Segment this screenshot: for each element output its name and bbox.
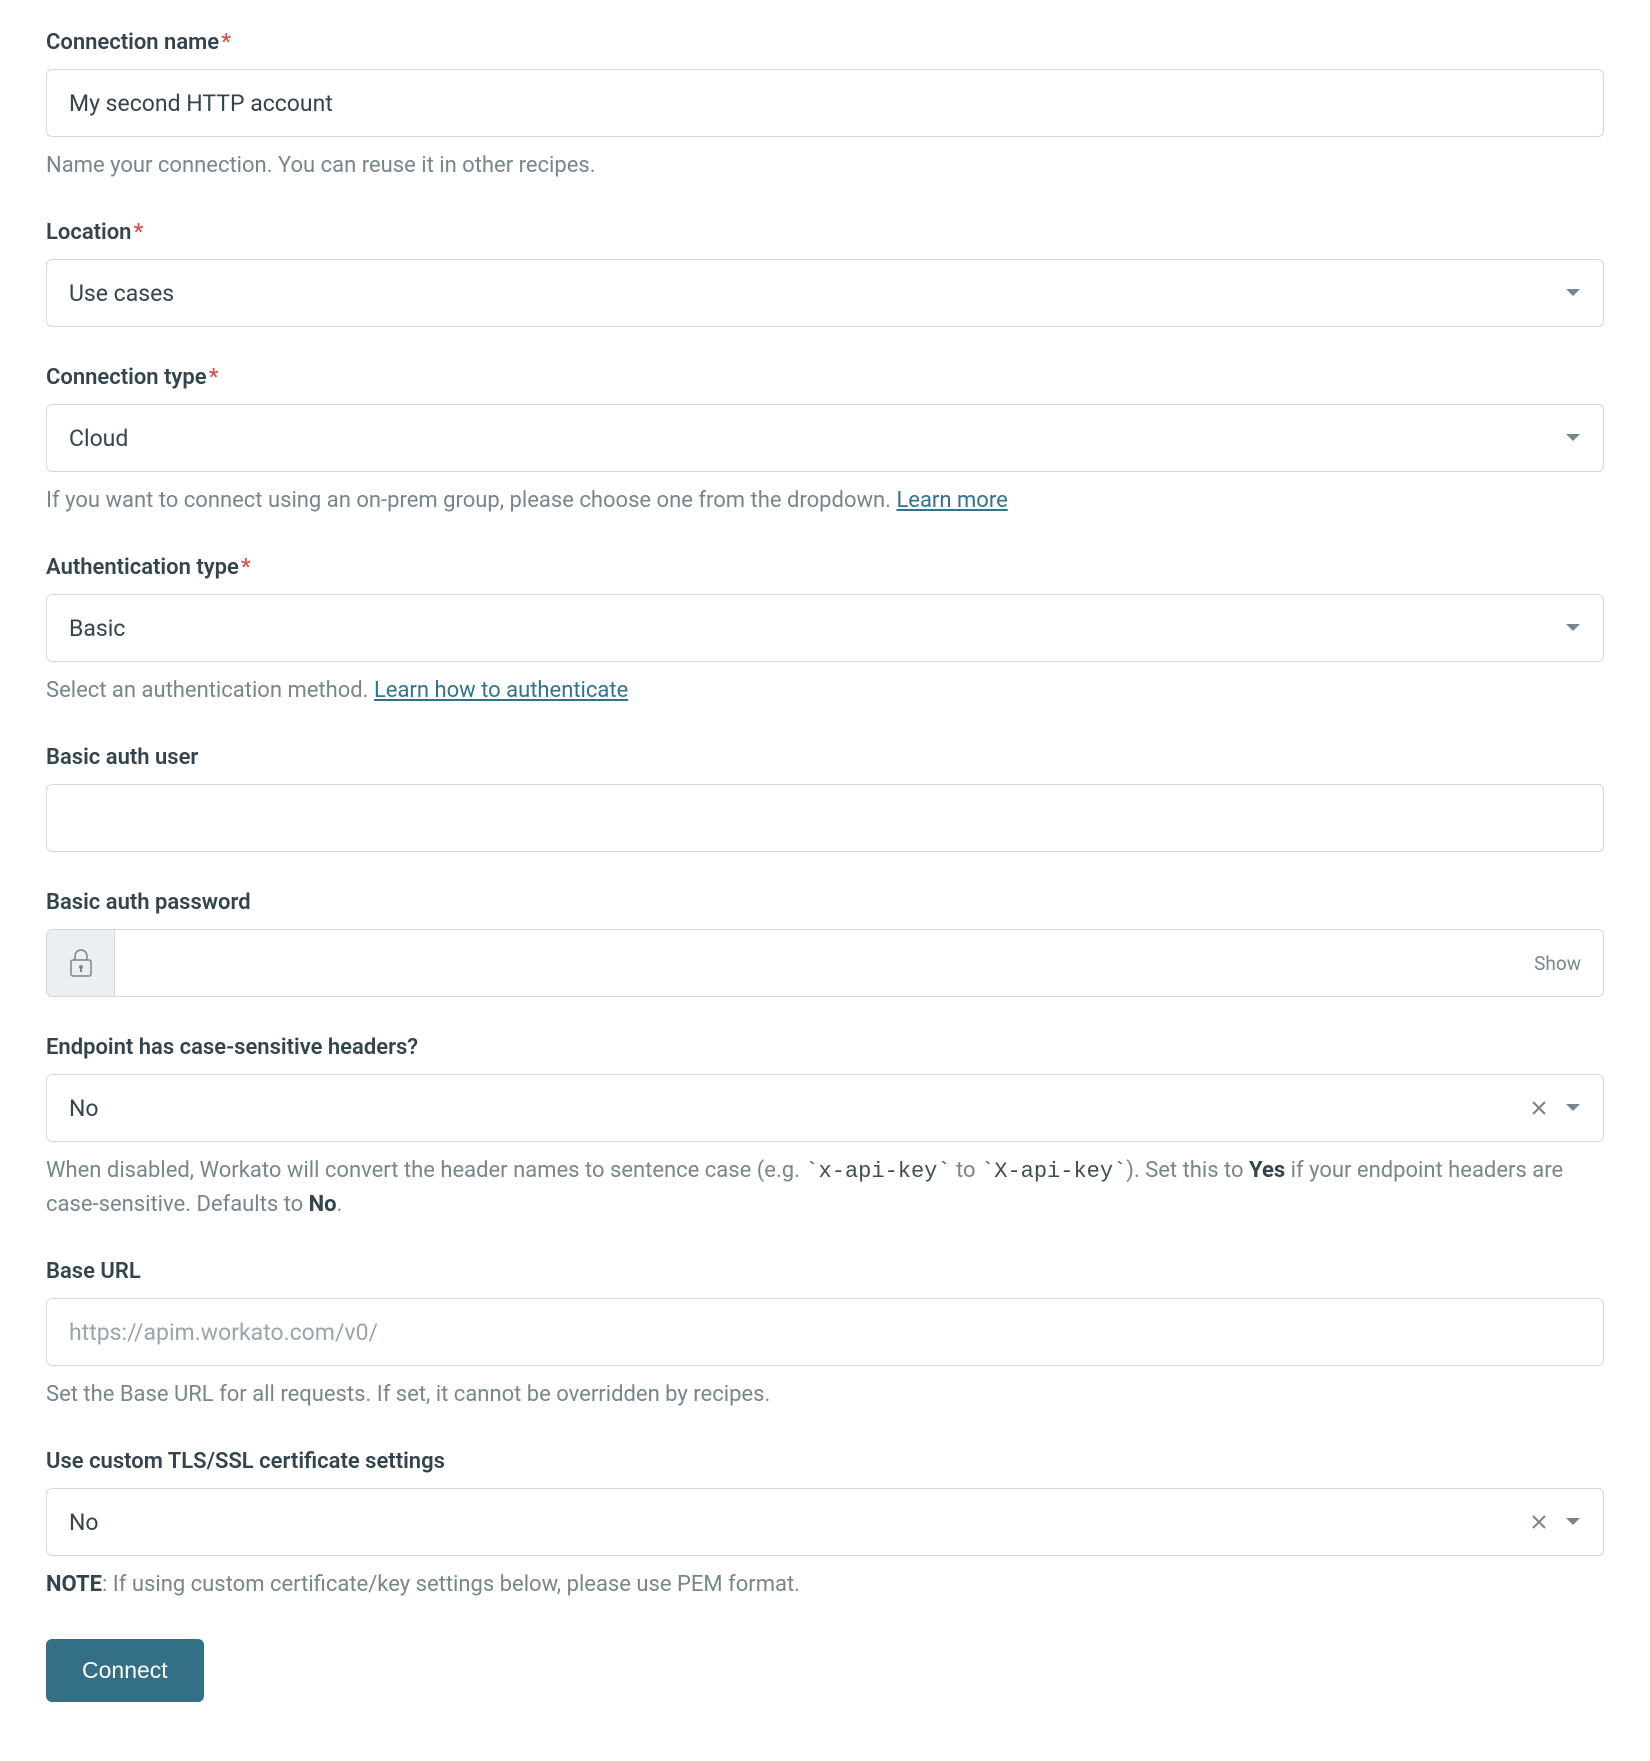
field-connection-name: Connection name* Name your connection. Y… [46,30,1604,182]
case-sensitive-label: Endpoint has case-sensitive headers? [46,1035,1604,1060]
auth-type-select[interactable]: Basic [46,594,1604,662]
show-password-toggle[interactable]: Show [1512,930,1603,996]
auth-type-label: Authentication type* [46,555,1604,580]
connection-name-label: Connection name* [46,30,1604,55]
field-basic-auth-password: Basic auth password Show [46,890,1604,997]
case-sensitive-select[interactable]: No [46,1074,1604,1142]
connection-type-label: Connection type* [46,365,1604,390]
field-case-sensitive-headers: Endpoint has case-sensitive headers? No … [46,1035,1604,1221]
connect-button[interactable]: Connect [46,1639,204,1702]
case-sensitive-value: No [69,1095,1531,1122]
custom-tls-value: No [69,1509,1531,1536]
field-connection-type: Connection type* Cloud If you want to co… [46,365,1604,517]
required-asterisk: * [209,365,219,390]
custom-tls-helper: NOTE: If using custom certificate/key se… [46,1568,1604,1601]
basic-auth-password-label: Basic auth password [46,890,1604,915]
basic-auth-user-label: Basic auth user [46,745,1604,770]
connection-type-value: Cloud [69,425,1565,452]
chevron-down-icon [1565,623,1581,633]
custom-tls-select[interactable]: No [46,1488,1604,1556]
base-url-helper: Set the Base URL for all requests. If se… [46,1378,1604,1411]
case-sensitive-helper: When disabled, Workato will convert the … [46,1154,1604,1221]
location-label: Location* [46,220,1604,245]
basic-auth-user-input[interactable] [46,784,1604,852]
connection-name-input[interactable] [46,69,1604,137]
field-auth-type: Authentication type* Basic Select an aut… [46,555,1604,707]
clear-icon[interactable] [1531,1100,1547,1116]
clear-icon[interactable] [1531,1514,1547,1530]
field-custom-tls: Use custom TLS/SSL certificate settings … [46,1449,1604,1601]
base-url-input[interactable] [46,1298,1604,1366]
connection-type-select[interactable]: Cloud [46,404,1604,472]
learn-more-link[interactable]: Learn more [896,488,1007,513]
chevron-down-icon [1565,433,1581,443]
custom-tls-label: Use custom TLS/SSL certificate settings [46,1449,1604,1474]
required-asterisk: * [133,220,143,245]
connection-type-helper: If you want to connect using an on-prem … [46,484,1604,517]
chevron-down-icon [1565,1517,1581,1527]
lock-icon [47,930,115,996]
field-basic-auth-user: Basic auth user [46,745,1604,852]
auth-type-value: Basic [69,615,1565,642]
chevron-down-icon [1565,1103,1581,1113]
learn-authenticate-link[interactable]: Learn how to authenticate [374,678,628,703]
auth-type-helper: Select an authentication method. Learn h… [46,674,1604,707]
field-base-url: Base URL Set the Base URL for all reques… [46,1259,1604,1411]
connection-name-helper: Name your connection. You can reuse it i… [46,149,1604,182]
location-select[interactable]: Use cases [46,259,1604,327]
basic-auth-password-input[interactable] [115,930,1512,996]
base-url-label: Base URL [46,1259,1604,1284]
field-location: Location* Use cases [46,220,1604,327]
location-value: Use cases [69,280,1565,307]
required-asterisk: * [221,30,231,55]
chevron-down-icon [1565,288,1581,298]
required-asterisk: * [241,555,251,580]
